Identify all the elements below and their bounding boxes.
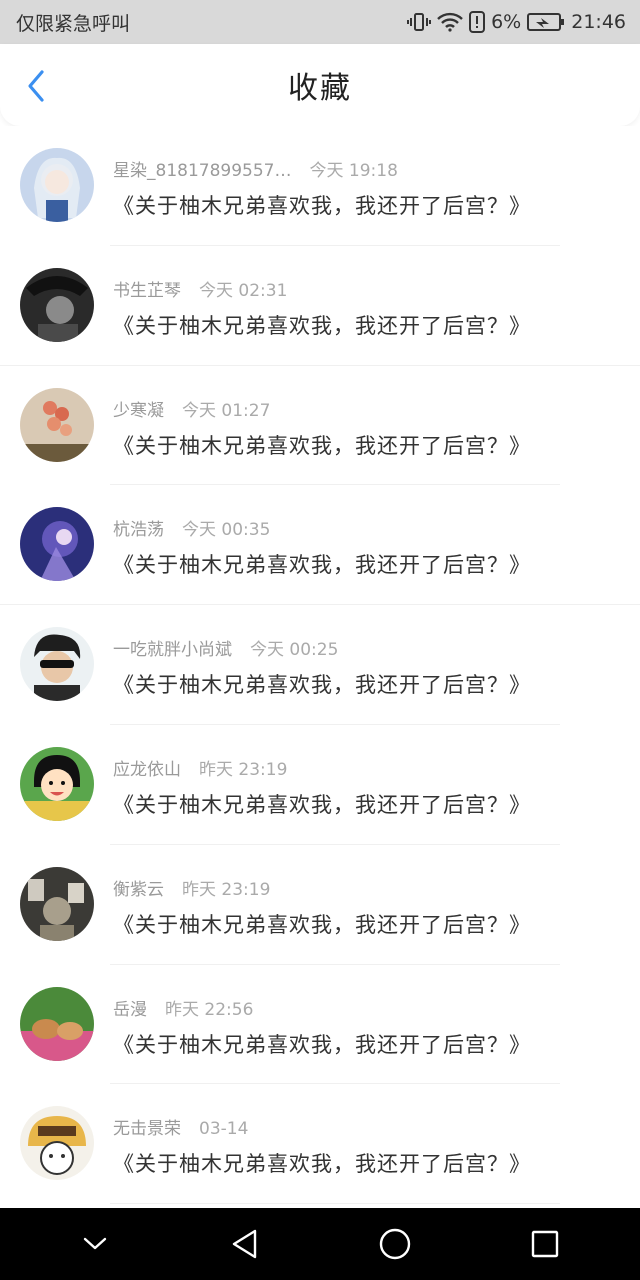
list-item[interactable]: 杭浩荡 今天 00:35 《关于柚木兄弟喜欢我，我还开了后宫？》 xyxy=(0,485,640,606)
post-title[interactable]: 《关于柚木兄弟喜欢我，我还开了后宫？》 xyxy=(113,1029,531,1059)
avatar[interactable] xyxy=(20,267,94,342)
divider xyxy=(110,1203,560,1205)
nav-recents-button[interactable] xyxy=(515,1214,575,1274)
timestamp: 今天 00:35 xyxy=(182,520,271,541)
battery-percent: 6% xyxy=(491,11,522,33)
app-header: 收藏 xyxy=(0,44,640,126)
back-button[interactable] xyxy=(18,66,54,106)
avatar[interactable] xyxy=(20,507,94,582)
carrier-text: 仅限紧急呼叫 xyxy=(16,12,131,35)
vibrate-icon xyxy=(407,12,432,32)
navigation-bar xyxy=(0,1208,640,1280)
timestamp: 今天 19:18 xyxy=(309,161,398,181)
chevron-down-icon xyxy=(83,1237,107,1250)
post-title[interactable]: 《关于柚木兄弟喜欢我，我还开了后宫？》 xyxy=(113,1148,531,1178)
avatar[interactable] xyxy=(20,148,94,222)
list-item[interactable]: 应龙依山 昨天 23:19 《关于柚木兄弟喜欢我，我还开了后宫？》 xyxy=(0,725,640,845)
recents-square-icon xyxy=(531,1230,559,1258)
list-item[interactable]: 岳漫 昨天 22:56 《关于柚木兄弟喜欢我，我还开了后宫？》 xyxy=(0,965,640,1085)
avatar[interactable] xyxy=(20,627,94,702)
status-bar: 仅限紧急呼叫 6% 21:46 xyxy=(0,0,640,44)
username[interactable]: 少寒凝 xyxy=(113,401,164,421)
page-title: 收藏 xyxy=(288,71,352,106)
avatar[interactable] xyxy=(20,866,94,941)
list-item[interactable]: 书生芷琴 今天 02:31 《关于柚木兄弟喜欢我，我还开了后宫？》 xyxy=(0,246,640,366)
battery-icon xyxy=(527,12,565,32)
post-title[interactable]: 《关于柚木兄弟喜欢我，我还开了后宫？》 xyxy=(113,310,531,340)
alert-icon xyxy=(469,11,486,33)
username[interactable]: 应龙依山 xyxy=(113,760,181,780)
list-item[interactable]: 一吃就胖小尚斌 今天 00:25 《关于柚木兄弟喜欢我，我还开了后宫？》 xyxy=(0,605,640,725)
nav-back-button[interactable] xyxy=(215,1214,275,1274)
list-item[interactable]: 少寒凝 今天 01:27 《关于柚木兄弟喜欢我，我还开了后宫？》 xyxy=(0,366,640,486)
avatar[interactable] xyxy=(20,1106,94,1181)
avatar[interactable] xyxy=(20,387,94,462)
avatar[interactable] xyxy=(20,986,94,1061)
avatar[interactable] xyxy=(20,746,94,821)
home-circle-icon xyxy=(379,1228,411,1260)
status-icons: 6% 21:46 xyxy=(407,11,626,33)
post-title[interactable]: 《关于柚木兄弟喜欢我，我还开了后宫？》 xyxy=(113,190,531,220)
timestamp: 今天 00:25 xyxy=(250,640,339,661)
timestamp: 昨天 23:19 xyxy=(199,759,288,780)
chevron-left-icon xyxy=(28,70,44,102)
post-title[interactable]: 《关于柚木兄弟喜欢我，我还开了后宫？》 xyxy=(113,789,531,819)
post-title[interactable]: 《关于柚木兄弟喜欢我，我还开了后宫？》 xyxy=(113,909,531,939)
timestamp: 今天 02:31 xyxy=(199,280,288,301)
post-title[interactable]: 《关于柚木兄弟喜欢我，我还开了后宫？》 xyxy=(113,549,531,579)
timestamp: 昨天 23:19 xyxy=(182,879,271,900)
nav-home-button[interactable] xyxy=(365,1214,425,1274)
username[interactable]: 杭浩荡 xyxy=(113,520,164,540)
back-triangle-icon xyxy=(232,1229,257,1259)
username[interactable]: 星染_81817899557… xyxy=(113,161,291,181)
hide-nav-button[interactable] xyxy=(65,1214,125,1274)
post-title[interactable]: 《关于柚木兄弟喜欢我，我还开了后宫？》 xyxy=(113,430,531,460)
list-item[interactable]: 星染_81817899557… 今天 19:18 《关于柚木兄弟喜欢我，我还开了后… xyxy=(0,126,640,246)
list-item[interactable]: 无击景荣 03-14 《关于柚木兄弟喜欢我，我还开了后宫？》 xyxy=(0,1084,640,1205)
wifi-icon xyxy=(437,12,463,32)
username[interactable]: 衡紫云 xyxy=(113,880,164,900)
post-title[interactable]: 《关于柚木兄弟喜欢我，我还开了后宫？》 xyxy=(113,669,531,699)
list-item[interactable]: 衡紫云 昨天 23:19 《关于柚木兄弟喜欢我，我还开了后宫？》 xyxy=(0,845,640,965)
username[interactable]: 无击景荣 xyxy=(113,1119,181,1139)
username[interactable]: 书生芷琴 xyxy=(113,281,181,301)
favorites-list[interactable]: 星染_81817899557… 今天 19:18 《关于柚木兄弟喜欢我，我还开了后… xyxy=(0,126,640,1208)
username[interactable]: 岳漫 xyxy=(113,1000,147,1020)
username[interactable]: 一吃就胖小尚斌 xyxy=(113,640,232,660)
timestamp: 今天 01:27 xyxy=(182,400,271,421)
timestamp: 昨天 22:56 xyxy=(165,999,254,1020)
timestamp: 03-14 xyxy=(199,1119,249,1140)
status-time: 21:46 xyxy=(571,11,626,33)
